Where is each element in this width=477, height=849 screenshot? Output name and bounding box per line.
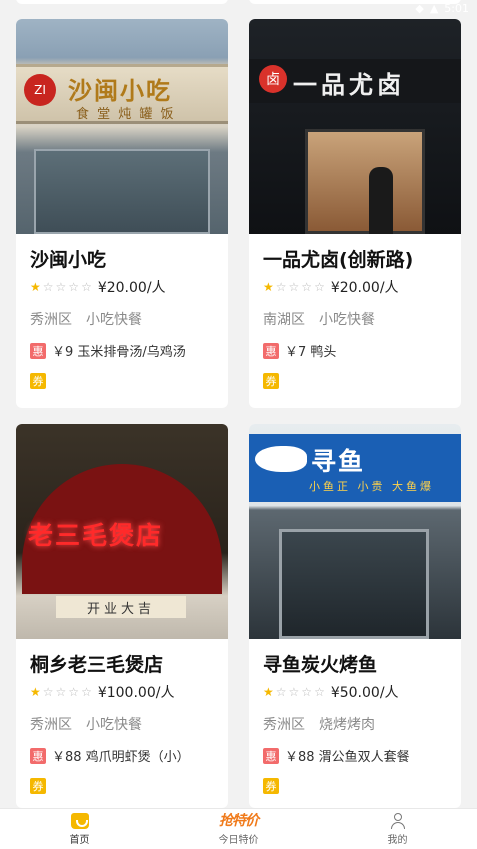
- tab-mine[interactable]: 我的: [318, 809, 477, 849]
- restaurant-card[interactable]: ZI 沙闽小吃 食 堂 炖 罐 饭 沙闽小吃 ★ ☆ ☆ ☆ ☆ ¥20.00/…: [16, 19, 228, 408]
- category: 烧烤烤肉: [319, 717, 375, 733]
- storefront-sign-text: 一品尤卤: [293, 71, 405, 99]
- star-empty-icon: ☆: [81, 280, 92, 294]
- restaurant-card[interactable]: 老三毛煲店 开业大吉 桐乡老三毛煲店 ★ ☆ ☆ ☆ ☆ ¥100.00/人 秀…: [16, 424, 228, 808]
- tab-today-deals-label: 今日特价: [218, 834, 259, 846]
- coupon-badge[interactable]: 券: [30, 373, 46, 389]
- district: 南湖区: [263, 312, 305, 328]
- restaurant-photo: 寻鱼 小鱼正 小贵 大鱼爆: [249, 424, 461, 639]
- star-empty-icon: ☆: [55, 685, 67, 699]
- restaurant-meta: 秀洲区 小吃快餐: [30, 309, 142, 329]
- star-empty-icon: ☆: [68, 280, 80, 294]
- star-filled-icon: ★: [263, 280, 274, 294]
- star-filled-icon: ★: [30, 280, 41, 294]
- signal-icon: ▲: [429, 2, 439, 15]
- restaurant-card[interactable]: 卤 一品尤卤 一品尤卤(创新路) ★ ☆ ☆ ☆ ☆ ¥20.00/人 南湖区 …: [249, 19, 461, 408]
- restaurant-name: 一品尤卤(创新路): [263, 249, 414, 271]
- status-bar: ◆ ▲ 5:01: [0, 0, 477, 18]
- deal-row[interactable]: 惠 ￥88 鸡爪明虾煲（小）: [30, 746, 190, 765]
- deal-badge: 惠: [30, 747, 46, 764]
- person-silhouette: [369, 167, 393, 234]
- deal-text: ￥9 玉米排骨汤/乌鸡汤: [52, 345, 186, 360]
- tab-mine-label: 我的: [387, 834, 408, 846]
- star-empty-icon: ☆: [275, 685, 287, 699]
- star-empty-icon: ☆: [275, 280, 287, 294]
- coupon-badge[interactable]: 券: [263, 373, 279, 389]
- rating-row: ★ ☆ ☆ ☆ ☆ ¥50.00/人: [263, 682, 399, 702]
- district: 秀洲区: [30, 312, 72, 328]
- storefront-subsign-text: 小鱼正 小贵 大鱼爆: [309, 480, 434, 493]
- star-empty-icon: ☆: [55, 280, 67, 294]
- coupon-badge[interactable]: 券: [30, 778, 46, 794]
- storefront-door: [279, 529, 429, 639]
- category: 小吃快餐: [86, 312, 142, 328]
- restaurant-name: 沙闽小吃: [30, 249, 107, 271]
- star-empty-icon: ☆: [314, 280, 325, 294]
- star-empty-icon: ☆: [288, 280, 300, 294]
- deal-badge: 惠: [263, 747, 279, 764]
- restaurant-photo: 卤 一品尤卤: [249, 19, 461, 234]
- tab-home[interactable]: 首页: [0, 809, 159, 849]
- category: 小吃快餐: [319, 312, 375, 328]
- restaurant-name: 寻鱼炭火烤鱼: [263, 654, 378, 676]
- restaurant-meta: 秀洲区 小吃快餐: [30, 714, 142, 734]
- deal-text: ￥88 鸡爪明虾煲（小）: [52, 750, 190, 765]
- deal-row[interactable]: 惠 ￥88 渭公鱼双人套餐: [263, 746, 410, 765]
- tab-home-label: 首页: [69, 834, 90, 846]
- storefront-banner: 开业大吉: [56, 596, 186, 618]
- tab-today-deals[interactable]: 抢特价 今日特价: [159, 809, 318, 849]
- rating-row: ★ ☆ ☆ ☆ ☆ ¥20.00/人: [30, 277, 166, 297]
- deal-row[interactable]: 惠 ￥7 鸭头: [263, 341, 336, 360]
- district: 秀洲区: [30, 717, 72, 733]
- storefront-sign-text: 沙闽小吃: [68, 77, 172, 105]
- rating-row: ★ ☆ ☆ ☆ ☆ ¥20.00/人: [263, 277, 399, 297]
- restaurant-photo: 老三毛煲店 开业大吉: [16, 424, 228, 639]
- shop-logo: ZI: [24, 74, 56, 106]
- restaurant-grid: ZI 沙闽小吃 食 堂 炖 罐 饭 沙闽小吃 ★ ☆ ☆ ☆ ☆ ¥20.00/…: [0, 0, 477, 808]
- storefront-sign-text: 寻鱼: [311, 447, 366, 476]
- star-empty-icon: ☆: [288, 685, 300, 699]
- promo-logo: 抢特价: [219, 812, 259, 829]
- restaurant-meta: 秀洲区 烧烤烤肉: [263, 714, 375, 734]
- price-per-person: ¥50.00/人: [330, 685, 399, 701]
- home-icon: [70, 812, 89, 829]
- storefront-sign-text: 老三毛煲店: [28, 521, 164, 550]
- coupon-badge[interactable]: 券: [263, 778, 279, 794]
- fish-logo-icon: [255, 446, 307, 472]
- restaurant-name: 桐乡老三毛煲店: [30, 654, 164, 676]
- restaurant-photo: ZI 沙闽小吃 食 堂 炖 罐 饭: [16, 19, 228, 234]
- restaurant-meta: 南湖区 小吃快餐: [263, 309, 375, 329]
- shop-logo: 卤: [259, 65, 287, 93]
- star-empty-icon: ☆: [301, 685, 313, 699]
- price-per-person: ¥100.00/人: [97, 685, 175, 701]
- star-filled-icon: ★: [263, 685, 274, 699]
- rating-row: ★ ☆ ☆ ☆ ☆ ¥100.00/人: [30, 682, 174, 702]
- star-empty-icon: ☆: [301, 280, 313, 294]
- star-empty-icon: ☆: [42, 685, 54, 699]
- district: 秀洲区: [263, 717, 305, 733]
- price-per-person: ¥20.00/人: [330, 280, 399, 296]
- deal-text: ￥7 鸭头: [285, 345, 337, 360]
- status-icons: ◆ ▲ 5:01: [415, 2, 469, 15]
- restaurant-card[interactable]: 寻鱼 小鱼正 小贵 大鱼爆 寻鱼炭火烤鱼 ★ ☆ ☆ ☆ ☆ ¥50.00/人 …: [249, 424, 461, 808]
- bottom-tab-bar: 首页 抢特价 今日特价 我的: [0, 808, 477, 849]
- wifi-icon: ◆: [415, 2, 424, 15]
- deal-text: ￥88 渭公鱼双人套餐: [285, 750, 410, 765]
- star-empty-icon: ☆: [42, 280, 54, 294]
- user-icon: [390, 812, 406, 829]
- category: 小吃快餐: [86, 717, 142, 733]
- star-empty-icon: ☆: [81, 685, 92, 699]
- storefront-window: [34, 149, 210, 234]
- star-filled-icon: ★: [30, 685, 41, 699]
- deal-badge: 惠: [263, 342, 279, 359]
- deal-badge: 惠: [30, 342, 46, 359]
- storefront-door: [305, 129, 425, 234]
- deal-row[interactable]: 惠 ￥9 玉米排骨汤/乌鸡汤: [30, 341, 186, 360]
- star-empty-icon: ☆: [314, 685, 325, 699]
- price-per-person: ¥20.00/人: [97, 280, 166, 296]
- storefront-subsign-text: 食 堂 炖 罐 饭: [76, 107, 176, 122]
- star-empty-icon: ☆: [68, 685, 80, 699]
- status-time: 5:01: [444, 2, 469, 15]
